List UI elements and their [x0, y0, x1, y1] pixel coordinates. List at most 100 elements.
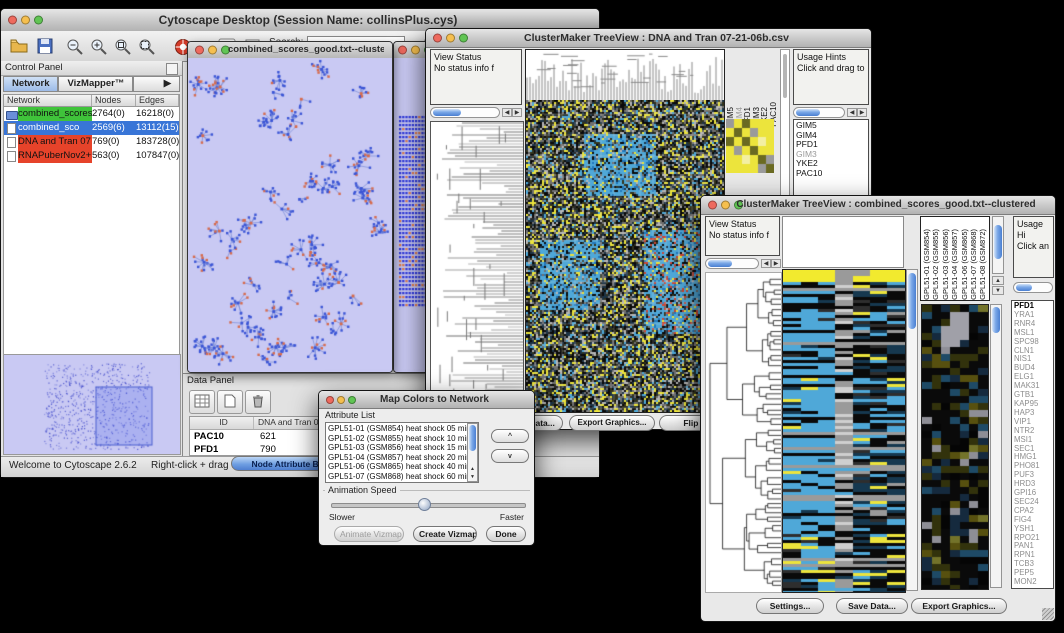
- scroll-up-arrow[interactable]: ▲: [468, 466, 477, 472]
- minimize-button[interactable]: [208, 46, 217, 55]
- save-disk-icon: [37, 38, 53, 54]
- scroll-thumb[interactable]: [708, 260, 732, 267]
- scroll-left-arrow[interactable]: ◀: [502, 108, 512, 117]
- tab-overflow-arrow[interactable]: ▶: [133, 76, 180, 92]
- export-graphics-button[interactable]: Export Graphics...: [569, 415, 655, 431]
- float-panel-icon[interactable]: [166, 63, 178, 75]
- new-attribute-button[interactable]: [217, 390, 243, 414]
- zoom-heatmap-canvas[interactable]: [921, 304, 989, 590]
- zoom-hscrollbar[interactable]: [705, 258, 759, 269]
- attribute-item[interactable]: GPL51-07 (GSM868) heat shock 60 min: [328, 472, 476, 482]
- slider-thumb[interactable]: [418, 498, 431, 511]
- scroll-thumb[interactable]: [992, 307, 1000, 333]
- network-name: combined_scores: [18, 107, 92, 121]
- attribute-list-vscrollbar[interactable]: ▲ ▼: [467, 423, 478, 482]
- scroll-thumb[interactable]: [469, 425, 476, 451]
- resize-grip[interactable]: [1042, 608, 1054, 620]
- zoom-selected-icon: [114, 38, 132, 56]
- column-dendrogram-canvas[interactable]: [526, 50, 724, 100]
- usage-hints-panel: Usage Hints Click and drag to: [793, 49, 869, 105]
- export-graphics-button[interactable]: Export Graphics...: [911, 598, 1007, 614]
- scroll-down-arrow[interactable]: ▼: [992, 286, 1004, 295]
- network-row[interactable]: DNA and Tran 07 769(0) 183728(0): [4, 135, 179, 149]
- treeview2-titlebar[interactable]: ClusterMaker TreeView : combined_scores_…: [701, 196, 1055, 215]
- scroll-right-arrow[interactable]: ▶: [857, 108, 867, 117]
- gene-label[interactable]: PAC10: [796, 169, 868, 179]
- zoom-vscrollbar[interactable]: [990, 304, 1002, 588]
- scroll-down-arrow[interactable]: ▼: [468, 474, 477, 480]
- attribute-item[interactable]: GPL51-06 (GSM865) heat shock 40 min: [328, 462, 476, 472]
- save-data-button[interactable]: Save Data...: [836, 598, 908, 614]
- minimize-button[interactable]: [411, 46, 420, 55]
- hints-hscrollbar[interactable]: [1013, 282, 1053, 293]
- close-button[interactable]: [8, 16, 17, 25]
- scroll-thumb[interactable]: [908, 273, 916, 329]
- main-heatmap-canvas[interactable]: [782, 269, 906, 593]
- attribute-item[interactable]: GPL51-03 (GSM856) heat shock 15 min: [328, 443, 476, 453]
- attribute-item[interactable]: GPL51-04 (GSM857) heat shock 20 min: [328, 453, 476, 463]
- network-view-title: combined_scores_good.txt--cluste...: [228, 42, 384, 58]
- column-nodes[interactable]: Nodes: [92, 95, 136, 106]
- column-edges[interactable]: Edges: [136, 95, 179, 106]
- usage-hints-text: Click an: [1017, 241, 1050, 252]
- hints-hscrollbar[interactable]: [793, 107, 845, 118]
- summary-matrix-canvas[interactable]: [726, 119, 774, 173]
- move-up-button[interactable]: ^: [491, 429, 529, 443]
- folder-open-icon: [10, 38, 28, 54]
- save-button[interactable]: [33, 35, 57, 59]
- scroll-right-arrow[interactable]: ▶: [771, 259, 781, 268]
- scroll-thumb[interactable]: [1016, 284, 1032, 291]
- column-label[interactable]: GPL51-04 (GSM857): [951, 229, 960, 300]
- scroll-right-arrow[interactable]: ▶: [512, 108, 522, 117]
- delete-attribute-button[interactable]: [245, 390, 271, 414]
- scroll-up-arrow[interactable]: ▲: [992, 276, 1004, 285]
- treeview1-titlebar[interactable]: ClusterMaker TreeView : DNA and Tran 07-…: [426, 29, 871, 48]
- close-button[interactable]: [398, 46, 407, 55]
- network-row[interactable]: combined_sco 2569(6) 13112(15): [4, 121, 179, 135]
- attribute-item[interactable]: GPL51-01 (GSM854) heat shock 05 min: [328, 424, 476, 434]
- column-labels-box: GPL51-01 (GSM854)GPL51-02 (GSM855)GPL51-…: [920, 216, 990, 301]
- tab-vizmapper[interactable]: VizMapper™: [58, 76, 133, 92]
- zoom-selected-button[interactable]: [111, 35, 135, 59]
- zoom-fit-button[interactable]: [135, 35, 159, 59]
- settings-button[interactable]: Settings...: [756, 598, 824, 614]
- id-column-header[interactable]: ID: [190, 417, 254, 429]
- dialog-titlebar[interactable]: Map Colors to Network: [319, 391, 534, 409]
- move-down-button[interactable]: v: [491, 449, 529, 463]
- scroll-thumb[interactable]: [994, 225, 1002, 259]
- gene-label[interactable]: MON2: [1014, 578, 1053, 587]
- attribute-select-button[interactable]: [189, 390, 215, 414]
- close-button[interactable]: [708, 201, 717, 210]
- tab-network[interactable]: Network: [3, 76, 58, 92]
- scroll-thumb[interactable]: [783, 54, 787, 98]
- open-file-button[interactable]: [7, 35, 31, 59]
- labels-vscrollbar[interactable]: [992, 216, 1004, 274]
- heatmap-vscrollbar[interactable]: [906, 269, 918, 591]
- done-button[interactable]: Done: [486, 526, 526, 542]
- column-label[interactable]: GPL51-08 (GSM872): [979, 229, 988, 300]
- scroll-left-arrow[interactable]: ◀: [847, 108, 857, 117]
- create-vizmap-button[interactable]: Create Vizmap: [413, 526, 477, 542]
- network-view-titlebar[interactable]: combined_scores_good.txt--cluste...: [188, 42, 392, 59]
- network-graph-canvas[interactable]: [188, 58, 392, 372]
- network-row[interactable]: combined_scores 2764(0) 16218(0): [4, 107, 179, 121]
- zoom-out-button[interactable]: [63, 35, 87, 59]
- scroll-thumb[interactable]: [433, 109, 461, 116]
- scroll-left-arrow[interactable]: ◀: [761, 259, 771, 268]
- row-dendrogram-canvas[interactable]: [705, 272, 782, 593]
- zoom-in-button[interactable]: [87, 35, 111, 59]
- close-button[interactable]: [433, 34, 442, 43]
- column-network[interactable]: Network: [4, 95, 92, 106]
- row-dendrogram-canvas[interactable]: [430, 121, 524, 413]
- close-button[interactable]: [195, 46, 204, 55]
- close-button[interactable]: [326, 396, 334, 404]
- network-row[interactable]: RNAPuberNov2+ 563(0) 107847(0): [4, 149, 179, 163]
- column-label[interactable]: GPL51-02 (GSM855): [932, 229, 941, 300]
- scroll-thumb[interactable]: [796, 109, 820, 116]
- global-heatmap-canvas[interactable]: [526, 100, 724, 412]
- animate-vizmap-button[interactable]: Animate Vizmap: [334, 526, 404, 542]
- network-overview-canvas[interactable]: [3, 354, 181, 455]
- global-view-frame: [525, 49, 725, 413]
- attribute-item[interactable]: GPL51-02 (GSM855) heat shock 10 min: [328, 434, 476, 444]
- zoom-hscrollbar[interactable]: [430, 107, 500, 118]
